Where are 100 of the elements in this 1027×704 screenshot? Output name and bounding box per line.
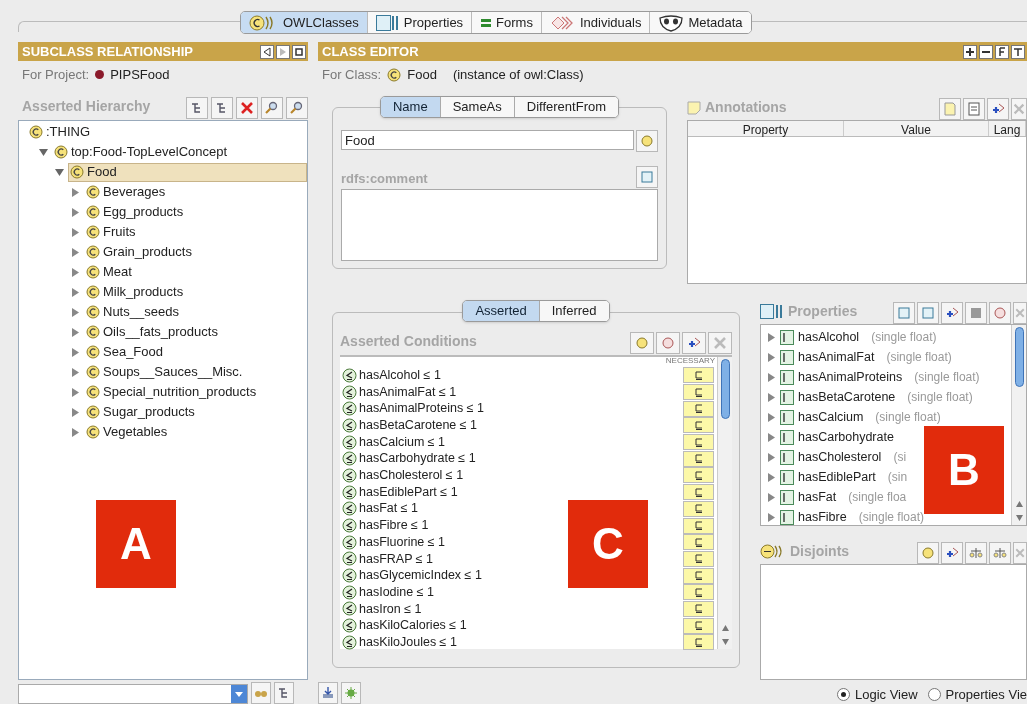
add-class-button[interactable] — [941, 542, 963, 564]
condition-item[interactable]: hasEdiblePart ≤ 1 — [359, 482, 458, 502]
hierarchy-button[interactable] — [274, 682, 294, 704]
condition-item[interactable]: hasAnimalFat ≤ 1 — [359, 382, 457, 402]
tree-item[interactable]: Vegetables — [84, 422, 169, 442]
scroll-thumb[interactable] — [720, 359, 730, 419]
condition-item[interactable]: hasFibre ≤ 1 — [359, 516, 429, 535]
comment-text-area[interactable] — [341, 189, 658, 261]
tab[interactable]: Inferred — [538, 301, 609, 321]
find-class-button[interactable] — [286, 97, 308, 119]
tab[interactable]: OWLClasses — [241, 12, 367, 33]
collapsed-triangle-icon[interactable] — [71, 247, 80, 257]
delete-disjoint-button[interactable] — [1013, 542, 1027, 564]
restriction-button[interactable] — [989, 302, 1011, 324]
expanded-triangle-icon[interactable] — [55, 167, 64, 177]
collapsed-triangle-icon[interactable] — [71, 407, 80, 417]
tree-item[interactable]: top:Food-TopLevelConcept — [52, 142, 229, 162]
tab[interactable]: SameAs — [439, 97, 514, 117]
tree-item[interactable]: Grain_products — [84, 242, 193, 262]
tree-item[interactable]: Sea_Food — [84, 342, 164, 362]
create-sibling-button[interactable] — [211, 97, 233, 119]
collapsed-triangle-icon[interactable] — [71, 307, 80, 317]
property-name[interactable]: hasFat — [798, 487, 837, 507]
condition-item[interactable]: hasCholesterol ≤ 1 — [359, 466, 464, 485]
collapsed-triangle-icon[interactable] — [71, 347, 80, 357]
collapsed-triangle-icon[interactable] — [71, 387, 80, 397]
create-subclass-button[interactable] — [186, 97, 208, 119]
property-name[interactable]: hasEdiblePart — [798, 467, 876, 487]
tree-item[interactable]: Egg_products — [84, 202, 185, 222]
condition-item[interactable]: hasIodine ≤ 1 — [359, 582, 434, 602]
column-header[interactable]: Value — [844, 121, 989, 136]
create-restriction-button[interactable] — [656, 332, 680, 354]
window-button[interactable] — [292, 44, 306, 59]
property-name[interactable]: hasAlcohol — [798, 327, 860, 347]
form-button[interactable] — [995, 44, 1009, 59]
search-combo-field[interactable] — [18, 684, 248, 704]
condition-item[interactable]: hasCalcium ≤ 1 — [359, 432, 446, 452]
scrollbar[interactable] — [717, 357, 732, 649]
collapsed-triangle-icon[interactable] — [71, 327, 80, 337]
condition-item[interactable]: hasFat ≤ 1 — [359, 499, 418, 519]
add-annotation-button[interactable] — [939, 98, 961, 120]
condition-item[interactable]: hasAnimalProteins ≤ 1 — [359, 399, 484, 419]
add-property-button[interactable] — [987, 98, 1009, 120]
tab[interactable]: Asserted — [463, 301, 539, 321]
create-class-button[interactable] — [630, 332, 654, 354]
collapsed-triangle-icon[interactable] — [71, 367, 80, 377]
next-button[interactable] — [276, 44, 290, 59]
property-name[interactable]: hasAnimalFat — [798, 347, 875, 367]
language-button[interactable] — [636, 130, 658, 152]
property-name[interactable]: hasAnimalProteins — [798, 367, 903, 387]
column-header[interactable]: Lang — [989, 121, 1026, 136]
condition-item[interactable]: hasIron ≤ 1 — [359, 599, 422, 619]
collapsed-triangle-icon[interactable] — [71, 207, 80, 217]
find-button[interactable] — [251, 682, 271, 704]
property-name[interactable]: hasBetaCarotene — [798, 387, 896, 407]
remove-button[interactable] — [979, 44, 993, 59]
tree-item[interactable]: Milk_products — [84, 282, 185, 302]
create-datatype-property-button[interactable] — [893, 302, 915, 324]
scroll-thumb[interactable] — [1014, 327, 1024, 387]
tab[interactable]: Metadata — [649, 12, 751, 33]
export-button[interactable] — [318, 682, 338, 704]
delete-class-button[interactable] — [236, 97, 258, 119]
property-name[interactable]: hasCarbohydrate — [798, 427, 894, 447]
find-button[interactable] — [261, 97, 283, 119]
tree-item[interactable]: Soups__Sauces__Misc. — [84, 362, 244, 382]
radio-button[interactable] — [836, 687, 850, 701]
delete-property-button[interactable] — [1013, 302, 1027, 324]
previous-button[interactable] — [260, 44, 274, 59]
column-header[interactable]: Property — [688, 121, 844, 136]
property-name[interactable]: hasFibre — [798, 507, 847, 527]
scrollbar[interactable] — [1011, 325, 1026, 525]
tab[interactable]: Name — [380, 97, 440, 117]
scroll-arrows-icon[interactable] — [1014, 499, 1024, 523]
collapsed-triangle-icon[interactable] — [71, 267, 80, 277]
condition-item[interactable]: hasBetaCarotene ≤ 1 — [359, 416, 478, 435]
collapsed-triangle-icon[interactable] — [71, 427, 80, 437]
condition-item[interactable]: hasGlycemicIndex ≤ 1 — [359, 566, 482, 585]
tree-item[interactable]: Food — [68, 162, 307, 182]
debug-button[interactable] — [341, 682, 361, 704]
add-property-button[interactable] — [941, 302, 963, 324]
condition-item[interactable]: hasCarbohydrate ≤ 1 — [359, 449, 476, 469]
tree-item[interactable]: Oils__fats_products — [84, 322, 219, 342]
tree-item[interactable]: Beverages — [84, 182, 167, 202]
radio-button[interactable] — [927, 687, 941, 701]
scroll-arrows-icon[interactable] — [720, 623, 730, 647]
condition-item[interactable]: hasFluorine ≤ 1 — [359, 532, 446, 552]
name-field[interactable]: Food — [341, 130, 634, 150]
collapsed-triangle-icon[interactable] — [71, 287, 80, 297]
add-button[interactable] — [963, 44, 977, 59]
create-class-button[interactable] — [917, 542, 939, 564]
tab[interactable]: DifferentFrom — [513, 97, 619, 117]
comment-button[interactable] — [636, 166, 658, 188]
tree-item[interactable]: Nuts__seeds — [84, 302, 180, 322]
tree-item[interactable]: Fruits — [84, 222, 137, 242]
condition-item[interactable]: hasAlcohol ≤ 1 — [359, 365, 441, 385]
tree-item[interactable]: Special_nutrition_products — [84, 382, 258, 402]
collapsed-triangle-icon[interactable] — [71, 227, 80, 237]
expanded-triangle-icon[interactable] — [39, 147, 48, 157]
collapsed-triangle-icon[interactable] — [71, 187, 80, 197]
condition-item[interactable]: hasFRAP ≤ 1 — [359, 549, 434, 569]
